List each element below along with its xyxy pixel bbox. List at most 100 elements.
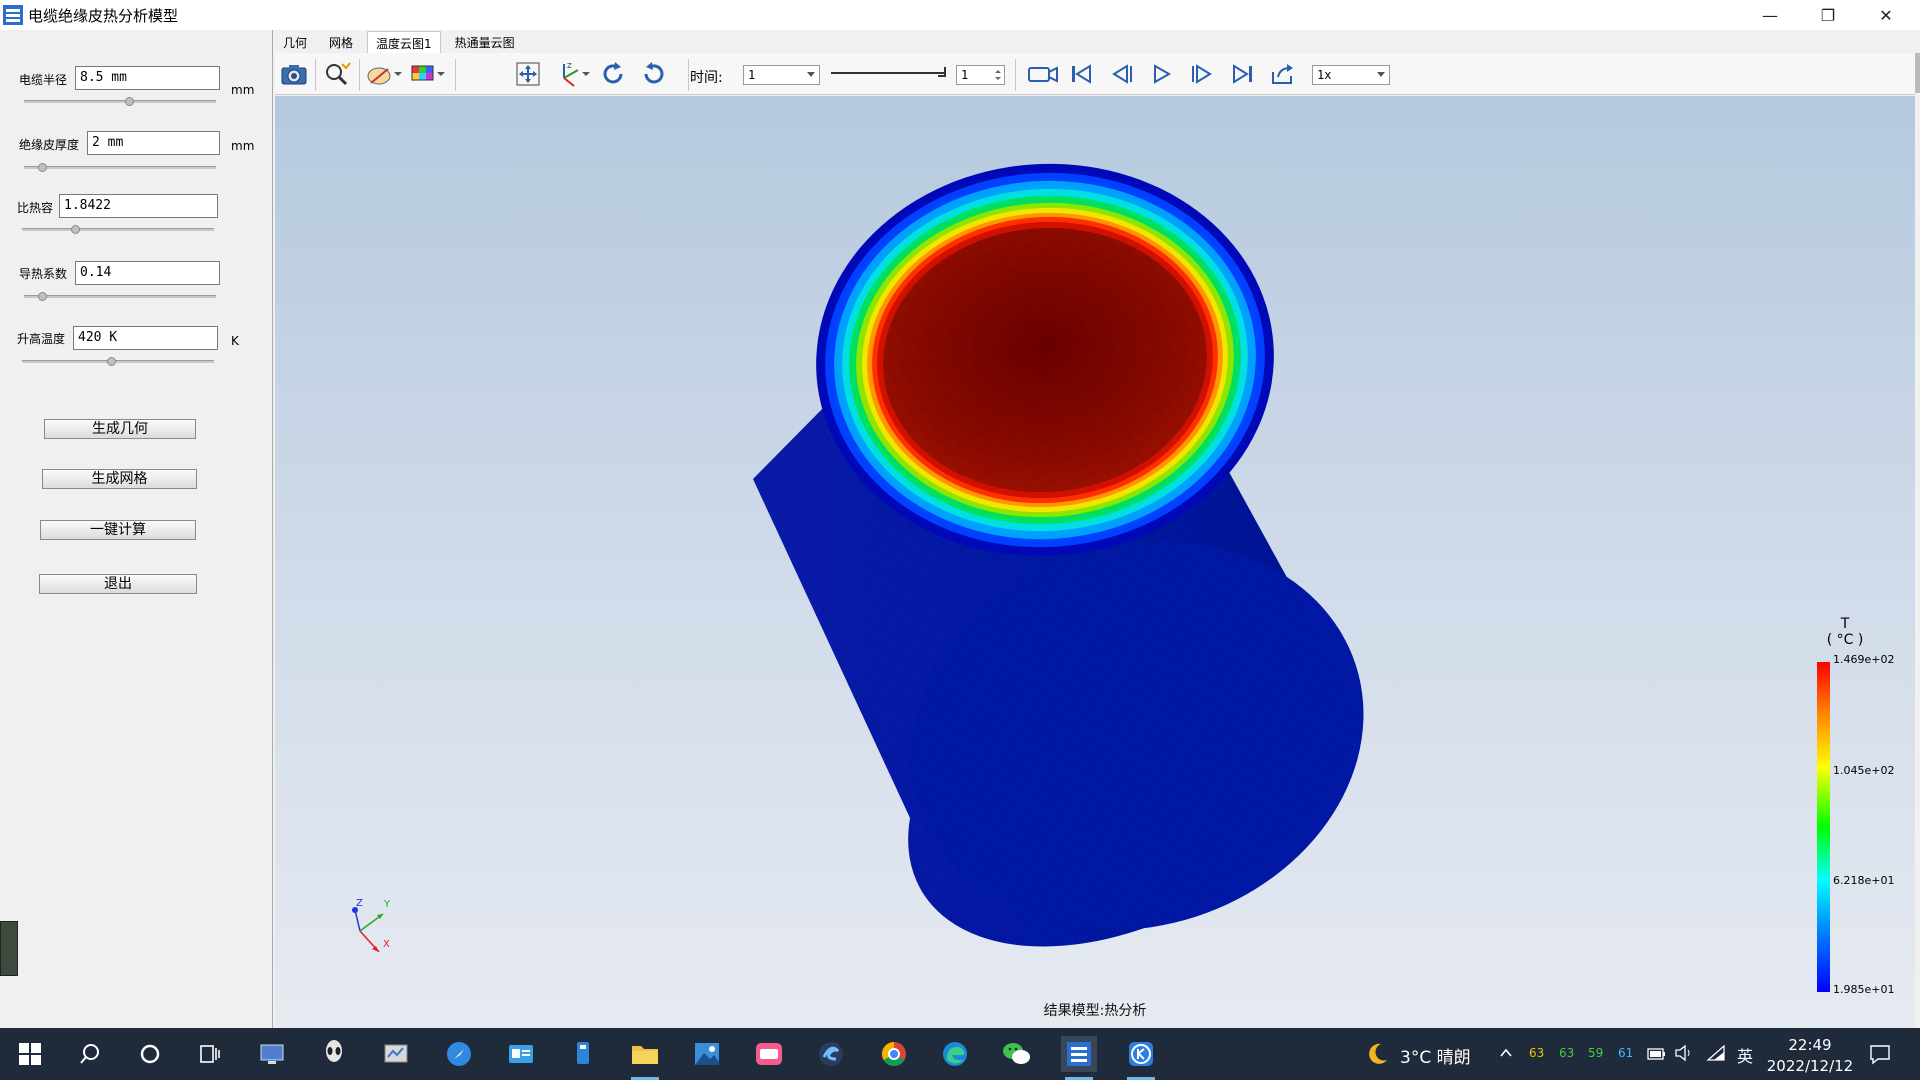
temperature-input[interactable]: 420 K: [73, 326, 218, 350]
first-frame-icon[interactable]: [1066, 59, 1096, 89]
next-frame-icon[interactable]: [1187, 59, 1217, 89]
time-slider-handle[interactable]: [938, 67, 946, 77]
tab-mesh[interactable]: 网格: [321, 31, 361, 53]
thickness-input[interactable]: 2 mm: [87, 131, 220, 155]
tab-geometry[interactable]: 几何: [275, 31, 315, 53]
toolbar-separator: [455, 59, 456, 91]
toolbar-separator: [359, 59, 360, 91]
thickness-slider-thumb[interactable]: [38, 163, 48, 172]
conductivity-input[interactable]: 0.14: [75, 261, 220, 285]
legend-label-max: 1.469e+02: [1833, 653, 1895, 666]
clock-date[interactable]: 2022/12/12: [1762, 1056, 1858, 1076]
clock-time[interactable]: 22:49: [1770, 1035, 1850, 1055]
z-axis-label: Z: [356, 898, 363, 909]
time-select[interactable]: 1: [743, 65, 820, 85]
control-panel-app-icon[interactable]: [378, 1036, 414, 1072]
cortana-icon[interactable]: [132, 1036, 168, 1072]
battery-icon[interactable]: [1647, 1047, 1667, 1061]
chrome-app-icon[interactable]: [876, 1036, 912, 1072]
edge-app-icon[interactable]: [937, 1036, 973, 1072]
weather-moon-icon[interactable]: [1363, 1040, 1391, 1068]
thickness-slider[interactable]: [24, 163, 216, 172]
radius-unit: mm: [231, 83, 255, 97]
specific-heat-input[interactable]: 1.8422: [59, 194, 218, 218]
wechat-app-icon[interactable]: [999, 1036, 1035, 1072]
radius-slider-thumb[interactable]: [124, 97, 134, 106]
frame-spinbox[interactable]: 1: [956, 65, 1005, 85]
k-app-icon[interactable]: [1123, 1036, 1159, 1080]
cable-model[interactable]: [275, 96, 1915, 1028]
chevron-up-icon[interactable]: [1499, 1046, 1513, 1060]
rotate-ccw-icon[interactable]: [639, 59, 669, 89]
notification-icon[interactable]: [1868, 1042, 1892, 1066]
restore-icon: ❐: [1820, 5, 1836, 25]
temperature-slider-thumb[interactable]: [107, 357, 117, 366]
tray-monitor-value[interactable]: 63: [1529, 1046, 1544, 1060]
temperature-label: 升高温度: [17, 332, 66, 346]
spin-arrows-icon[interactable]: [994, 68, 1002, 82]
usb-tool-app-icon[interactable]: [565, 1036, 601, 1072]
weather-text[interactable]: 3°C 晴朗: [1400, 1043, 1471, 1068]
radius-input[interactable]: 8.5 mm: [75, 66, 220, 90]
speed-select[interactable]: 1x: [1312, 65, 1390, 85]
zoom-pick-icon[interactable]: [323, 59, 353, 89]
generate-geometry-button[interactable]: 生成几何: [44, 419, 196, 439]
photos-app-icon[interactable]: [689, 1036, 725, 1072]
tab-temperature-contour[interactable]: 温度云图1: [367, 31, 441, 53]
generate-mesh-button[interactable]: 生成网格: [42, 469, 197, 489]
camera-icon[interactable]: [279, 59, 309, 89]
play-icon[interactable]: [1147, 59, 1177, 89]
remote-desktop-app-icon[interactable]: [254, 1036, 290, 1072]
search-icon[interactable]: [72, 1036, 108, 1072]
chevron-down-icon[interactable]: [434, 59, 448, 89]
parameter-panel: 电缆半径 8.5 mm mm 绝缘皮厚度 2 mm mm 比热容 1.8422 …: [0, 30, 273, 1028]
tray-monitor-value[interactable]: 63: [1559, 1046, 1574, 1060]
conductivity-slider-thumb[interactable]: [38, 292, 48, 301]
file-explorer-app-icon[interactable]: [627, 1036, 663, 1080]
3d-viewport[interactable]: T ( °C ) 1.469e+02 1.045e+02 6.218e+01 1…: [275, 96, 1915, 1028]
minimize-button[interactable]: —: [1741, 0, 1799, 30]
side-dock-strip[interactable]: [0, 921, 18, 976]
chevron-down-icon[interactable]: [579, 59, 593, 89]
chevron-down-icon[interactable]: [391, 59, 405, 89]
chevron-down-icon: [1377, 72, 1385, 77]
record-video-icon[interactable]: [1026, 59, 1060, 89]
task-view-icon[interactable]: [192, 1036, 228, 1072]
result-status: 结果模型:热分析: [1043, 1003, 1147, 1019]
axes-triad: Z Y X: [352, 898, 391, 953]
tray-monitor-value[interactable]: 61: [1618, 1046, 1633, 1060]
swirl-app-icon[interactable]: [813, 1036, 849, 1072]
wifi-icon[interactable]: [1706, 1044, 1726, 1062]
maximize-button[interactable]: ❐: [1799, 0, 1857, 30]
prev-frame-icon[interactable]: [1107, 59, 1137, 89]
temperature-slider[interactable]: [22, 357, 214, 366]
cable-analysis-app-icon[interactable]: [1061, 1036, 1097, 1080]
safari-app-icon[interactable]: [441, 1036, 477, 1072]
specific-heat-slider[interactable]: [22, 225, 214, 234]
x-axis-label: X: [383, 939, 390, 950]
tray-monitor-value[interactable]: 59: [1588, 1046, 1603, 1060]
specific-heat-slider-thumb[interactable]: [70, 225, 80, 234]
toolbar-scroll-handle[interactable]: [1915, 53, 1920, 93]
windows-start-icon[interactable]: [12, 1036, 48, 1072]
alienware-app-icon[interactable]: [316, 1036, 352, 1072]
bilibili-app-icon[interactable]: [751, 1036, 787, 1072]
close-button[interactable]: ✕: [1857, 0, 1915, 30]
exit-button[interactable]: 退出: [39, 574, 197, 594]
rotate-cw-icon[interactable]: [598, 59, 628, 89]
input-method-indicator[interactable]: 英: [1737, 1043, 1753, 1067]
conductivity-slider[interactable]: [24, 292, 216, 301]
chevron-down-icon: [807, 72, 815, 77]
legend-label-min: 1.985e+01: [1833, 983, 1895, 996]
export-icon[interactable]: [1268, 59, 1298, 89]
compute-button[interactable]: 一键计算: [40, 520, 196, 540]
volume-icon[interactable]: [1674, 1044, 1694, 1062]
fit-view-icon[interactable]: [513, 59, 543, 89]
thickness-unit: mm: [231, 139, 255, 153]
tab-heat-flux-contour[interactable]: 热通量云图: [447, 31, 523, 53]
time-slider[interactable]: [831, 72, 946, 74]
id-card-app-icon[interactable]: [503, 1036, 539, 1072]
last-frame-icon[interactable]: [1228, 59, 1258, 89]
radius-slider[interactable]: [24, 97, 216, 106]
legend-title: T ( °C ): [1820, 616, 1870, 648]
